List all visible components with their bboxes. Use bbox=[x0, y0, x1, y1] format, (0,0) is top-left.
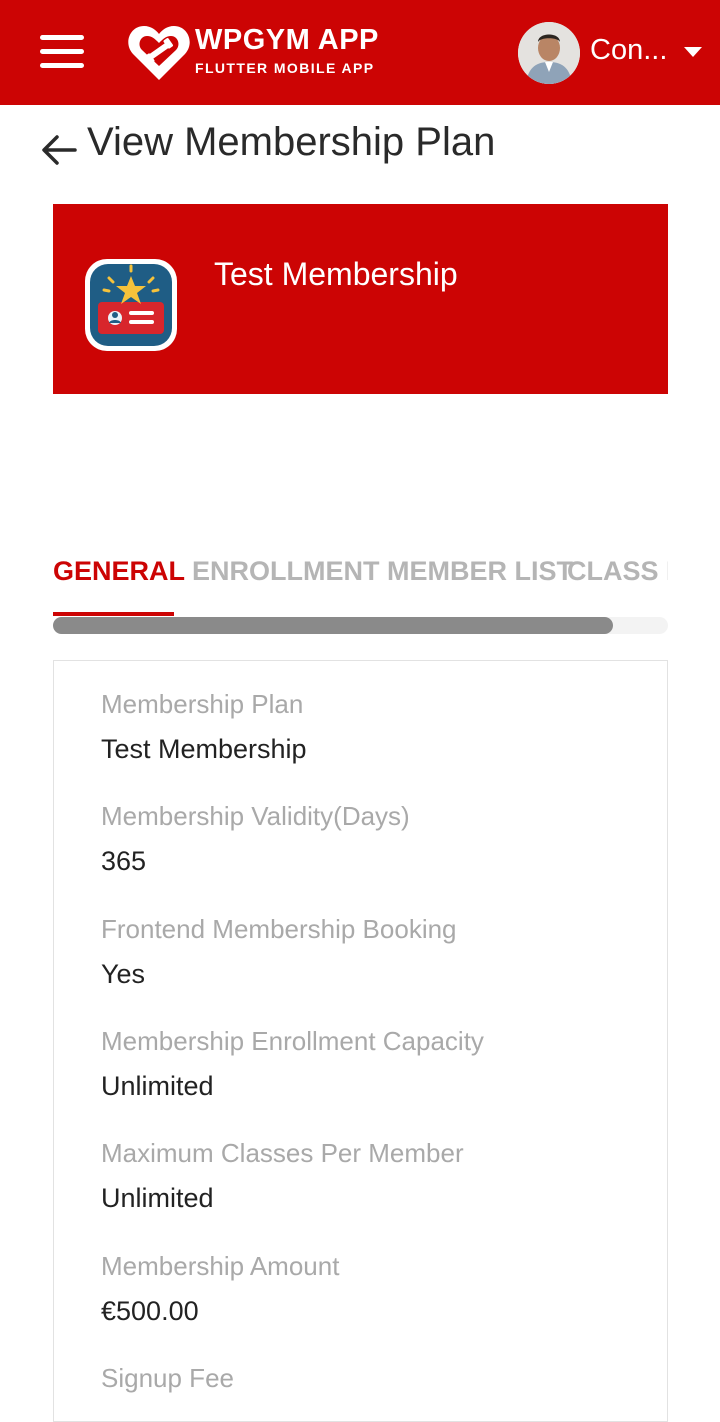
tab-general[interactable]: GENERAL bbox=[53, 556, 185, 587]
detail-label: Signup Fee bbox=[101, 1363, 234, 1393]
detail-value: €500.00 bbox=[101, 1296, 199, 1326]
page-title: View Membership Plan bbox=[87, 120, 496, 164]
brand-subtitle: FLUTTER MOBILE APP bbox=[195, 60, 375, 76]
tab-class-list[interactable]: CLASS L bbox=[567, 556, 668, 587]
detail-frontend-booking: Frontend Membership Booking Yes bbox=[101, 914, 457, 990]
tab-enrollment-member-list[interactable]: ENROLLMENT MEMBER LIST bbox=[192, 556, 573, 587]
active-tab-indicator bbox=[53, 612, 174, 616]
user-name[interactable]: Con... bbox=[590, 34, 667, 67]
detail-value: Unlimited bbox=[101, 1071, 214, 1101]
plan-details-card: Membership Plan Test Membership Membersh… bbox=[53, 660, 668, 1422]
detail-value: Unlimited bbox=[101, 1183, 214, 1213]
detail-label: Membership Plan bbox=[101, 689, 304, 719]
tab-scrollbar[interactable] bbox=[53, 617, 668, 634]
caret-down-icon[interactable] bbox=[683, 45, 703, 63]
detail-label: Frontend Membership Booking bbox=[101, 914, 457, 944]
detail-value: Test Membership bbox=[101, 734, 307, 764]
tab-scrollbar-thumb[interactable] bbox=[53, 617, 613, 634]
user-avatar[interactable] bbox=[518, 22, 580, 84]
hamburger-menu-icon[interactable] bbox=[40, 35, 84, 69]
detail-membership-validity: Membership Validity(Days) 365 bbox=[101, 801, 410, 877]
membership-banner: Test Membership bbox=[53, 204, 668, 394]
detail-membership-amount: Membership Amount €500.00 bbox=[101, 1251, 339, 1327]
detail-value: 365 bbox=[101, 846, 147, 876]
gym-heart-logo-icon bbox=[127, 22, 191, 82]
detail-signup-fee: Signup Fee bbox=[101, 1363, 234, 1408]
detail-label: Membership Amount bbox=[101, 1251, 340, 1281]
back-arrow-icon[interactable] bbox=[40, 133, 78, 167]
detail-label: Membership Validity(Days) bbox=[101, 801, 410, 831]
detail-label: Maximum Classes Per Member bbox=[101, 1138, 464, 1168]
app-bar: WPGYM APP FLUTTER MOBILE APP Con... bbox=[0, 0, 720, 105]
detail-label: Membership Enrollment Capacity bbox=[101, 1026, 484, 1056]
brand-title: WPGYM APP bbox=[195, 24, 379, 56]
tab-bar: GENERAL ENROLLMENT MEMBER LIST CLASS L bbox=[53, 556, 668, 616]
detail-max-classes: Maximum Classes Per Member Unlimited bbox=[101, 1138, 464, 1214]
detail-enrollment-capacity: Membership Enrollment Capacity Unlimited bbox=[101, 1026, 484, 1102]
detail-membership-plan: Membership Plan Test Membership bbox=[101, 689, 307, 765]
plan-name: Test Membership bbox=[214, 256, 458, 292]
detail-value: Yes bbox=[101, 959, 146, 989]
membership-card-icon bbox=[84, 258, 178, 352]
